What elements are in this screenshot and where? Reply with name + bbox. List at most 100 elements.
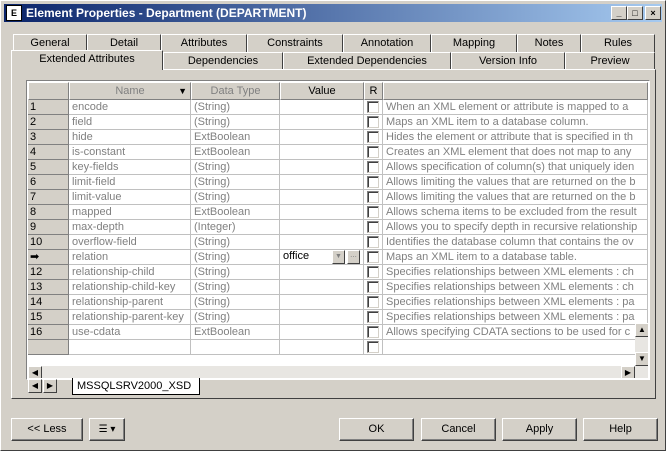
scroll-up-icon[interactable]: ▲ [635,323,648,337]
maximize-button[interactable]: □ [627,6,643,20]
attribute-data-type[interactable]: (String) [191,160,280,175]
tab-rules[interactable]: Rules [581,34,655,52]
ellipsis-button[interactable]: ... [347,250,360,264]
attribute-data-type[interactable]: (String) [191,100,280,115]
table-row[interactable]: 5 key-fields (String) Allows specification … [28,160,648,175]
attribute-value[interactable] [280,205,364,220]
attribute-value[interactable] [280,130,364,145]
redefined-checkbox[interactable] [367,116,379,128]
sheet-prev-icon[interactable]: ◀ [28,379,42,393]
attribute-value[interactable] [280,115,364,130]
tab-extended-dependencies[interactable]: Extended Dependencies [283,52,451,70]
attribute-name[interactable]: relation [69,250,191,265]
table-row[interactable]: 6 limit-field (String) Allows limiting the … [28,175,648,190]
column-header-r[interactable]: R [364,82,383,100]
tab-annotation[interactable]: Annotation [343,34,431,52]
attribute-description[interactable]: Specifies relationships between XML elem… [383,310,648,325]
attribute-name[interactable]: hide [69,130,191,145]
row-number[interactable] [28,340,69,355]
table-row[interactable]: 13 relationship-child-key (String) Specifie… [28,280,648,295]
attribute-description[interactable]: Maps an XML item to a database column. [383,115,648,130]
row-number[interactable]: 8 [28,205,69,220]
row-number[interactable]: 9 [28,220,69,235]
row-number[interactable]: 6 [28,175,69,190]
attribute-name[interactable]: limit-value [69,190,191,205]
column-header-value[interactable]: Value [280,82,364,100]
table-row[interactable]: 1 encode (String) When an XML element or at… [28,100,648,115]
row-number[interactable]: 14 [28,295,69,310]
attribute-description[interactable]: Maps an XML item to a database table. [383,250,648,265]
tab-attributes[interactable]: Attributes [161,34,247,52]
attribute-data-type[interactable]: (String) [191,310,280,325]
attribute-name[interactable]: relationship-parent [69,295,191,310]
table-row[interactable]: 7 limit-value (String) Allows limiting the … [28,190,648,205]
close-button[interactable]: × [645,6,661,20]
vertical-scrollbar[interactable]: ▲ ▼ [635,323,648,378]
attribute-description[interactable]: Specifies relationships between XML elem… [383,265,648,280]
sheet-tab-mssqlsrv2000-xsd[interactable]: MSSQLSRV2000_XSD [72,378,200,395]
attribute-value[interactable] [280,100,364,115]
attribute-description[interactable]: Allows specification of column(s) that u… [383,160,648,175]
attribute-data-type[interactable]: (String) [191,250,280,265]
minimize-button[interactable]: _ [611,6,627,20]
scroll-left-icon[interactable]: ◀ [28,366,42,378]
redefined-checkbox[interactable] [367,326,379,338]
table-row[interactable]: 14 relationship-parent (String) Specifies r… [28,295,648,310]
table-row[interactable]: 10 overflow-field (String) Identifies the d… [28,235,648,250]
attribute-name[interactable]: key-fields [69,160,191,175]
attribute-data-type[interactable]: ExtBoolean [191,145,280,160]
table-row[interactable]: 8 mapped ExtBoolean Allows schema items to … [28,205,648,220]
ok-button[interactable]: OK [339,418,414,441]
attribute-value[interactable] [280,235,364,250]
list-menu-button[interactable]: ☰ ▾ [89,418,125,441]
attribute-description[interactable]: When an XML element or attribute is mapp… [383,100,648,115]
redefined-checkbox[interactable] [367,266,379,278]
attribute-data-type[interactable]: ExtBoolean [191,130,280,145]
attribute-name[interactable]: limit-field [69,175,191,190]
redefined-checkbox[interactable] [367,251,379,263]
cancel-button[interactable]: Cancel [421,418,496,441]
attribute-data-type[interactable]: (String) [191,280,280,295]
attribute-value[interactable] [280,190,364,205]
apply-button[interactable]: Apply [502,418,577,441]
attribute-data-type[interactable]: (String) [191,175,280,190]
attribute-description[interactable]: Allows specifying CDATA sections to be u… [383,325,648,340]
chevron-down-icon[interactable]: ▼ [332,250,345,264]
table-row[interactable]: 4 is-constant ExtBoolean Creates an XML ele… [28,145,648,160]
row-number[interactable]: 2 [28,115,69,130]
attribute-value[interactable] [280,310,364,325]
less-button[interactable]: << Less [11,418,83,441]
attribute-description[interactable] [383,340,648,355]
attribute-data-type[interactable]: (String) [191,190,280,205]
redefined-checkbox[interactable] [367,311,379,323]
column-header-name[interactable]: Name ▼ [69,82,191,100]
table-row[interactable]: 2 field (String) Maps an XML item to a data… [28,115,648,130]
attribute-data-type[interactable]: (Integer) [191,220,280,235]
tab-dependencies[interactable]: Dependencies [163,52,283,70]
attribute-value[interactable] [280,325,364,340]
attribute-value[interactable] [280,145,364,160]
row-number[interactable]: 4 [28,145,69,160]
attribute-data-type[interactable] [191,340,280,355]
attribute-description[interactable]: Identifies the database column that cont… [383,235,648,250]
attribute-description[interactable]: Allows limiting the values that are retu… [383,175,648,190]
column-header-description[interactable] [383,82,648,100]
row-number[interactable]: ➡ [28,250,69,265]
row-number[interactable]: 5 [28,160,69,175]
attribute-value[interactable] [280,265,364,280]
attribute-value[interactable] [280,175,364,190]
attribute-description[interactable]: Specifies relationships between XML elem… [383,280,648,295]
attribute-description[interactable]: Specifies relationships between XML elem… [383,295,648,310]
redefined-checkbox[interactable] [367,161,379,173]
attribute-data-type[interactable]: ExtBoolean [191,205,280,220]
redefined-checkbox[interactable] [367,176,379,188]
tab-preview[interactable]: Preview [565,52,655,70]
attribute-data-type[interactable]: (String) [191,295,280,310]
column-header-data-type[interactable]: Data Type [191,82,280,100]
row-number[interactable]: 12 [28,265,69,280]
redefined-checkbox[interactable] [367,221,379,233]
attribute-description[interactable]: Allows limiting the values that are retu… [383,190,648,205]
attribute-name[interactable]: encode [69,100,191,115]
attribute-data-type[interactable]: ExtBoolean [191,325,280,340]
extended-attributes-grid[interactable]: Name ▼ Data Type Value R 1 encode (String)… [26,80,650,380]
